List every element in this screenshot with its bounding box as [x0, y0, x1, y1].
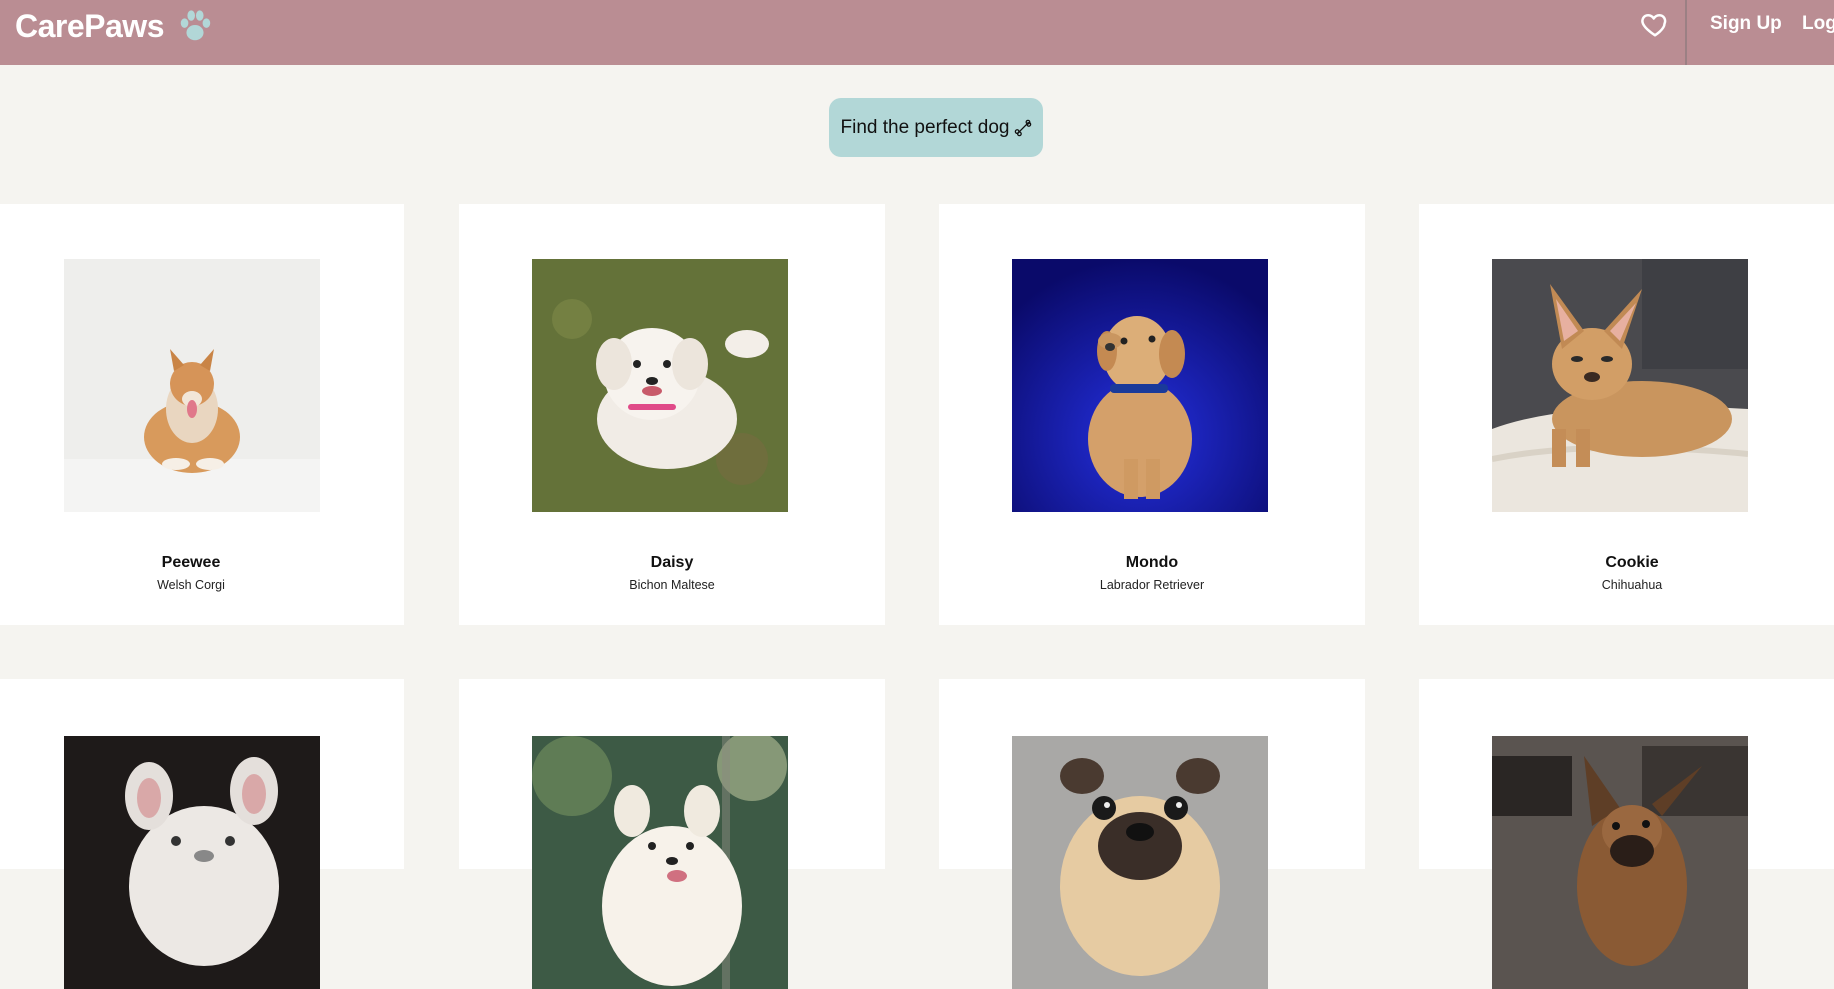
dog-card[interactable] — [939, 679, 1365, 989]
dog-photo — [1492, 736, 1748, 989]
dog-card-daisy[interactable]: Daisy Bichon Maltese — [459, 204, 885, 625]
dog-photo — [64, 259, 320, 512]
dog-name: Mondo — [1125, 554, 1179, 571]
brand-name: CarePaws — [15, 7, 164, 44]
bone-icon — [1014, 119, 1031, 136]
brand-logo[interactable]: CarePaws — [15, 6, 214, 46]
dog-card[interactable] — [0, 679, 404, 989]
find-button-label: Find the perfect dog — [840, 116, 1010, 138]
dog-photo — [532, 259, 788, 512]
dog-card-mondo[interactable]: Mondo Labrador Retriever — [939, 204, 1365, 625]
dog-name: Cookie — [1605, 554, 1659, 571]
find-perfect-dog-button[interactable]: Find the perfect dog — [829, 98, 1043, 157]
dog-card-peewee[interactable]: Peewee Welsh Corgi — [0, 204, 404, 625]
dog-breed: Bichon Maltese — [629, 578, 715, 592]
dog-photo — [1492, 259, 1748, 512]
dog-breed: Welsh Corgi — [157, 578, 225, 592]
dog-breed: Labrador Retriever — [1099, 578, 1205, 592]
login-link[interactable]: Log — [1802, 13, 1834, 35]
dog-photo — [64, 736, 320, 989]
navbar: CarePaws Sign Up Log — [0, 0, 1834, 65]
paw-icon — [180, 10, 211, 41]
dog-photo — [532, 736, 788, 989]
dog-photo — [1012, 259, 1268, 512]
dog-card[interactable] — [1419, 679, 1834, 989]
nav-divider — [1685, 0, 1687, 65]
dog-name: Daisy — [650, 554, 694, 571]
heart-icon[interactable] — [1640, 9, 1670, 39]
dog-photo — [1012, 736, 1268, 989]
dog-card-cookie[interactable]: Cookie Chihuahua — [1419, 204, 1834, 625]
dog-name: Peewee — [161, 554, 221, 571]
dog-card[interactable] — [459, 679, 885, 989]
dog-breed: Chihuahua — [1601, 578, 1663, 592]
signup-link[interactable]: Sign Up — [1710, 13, 1782, 35]
